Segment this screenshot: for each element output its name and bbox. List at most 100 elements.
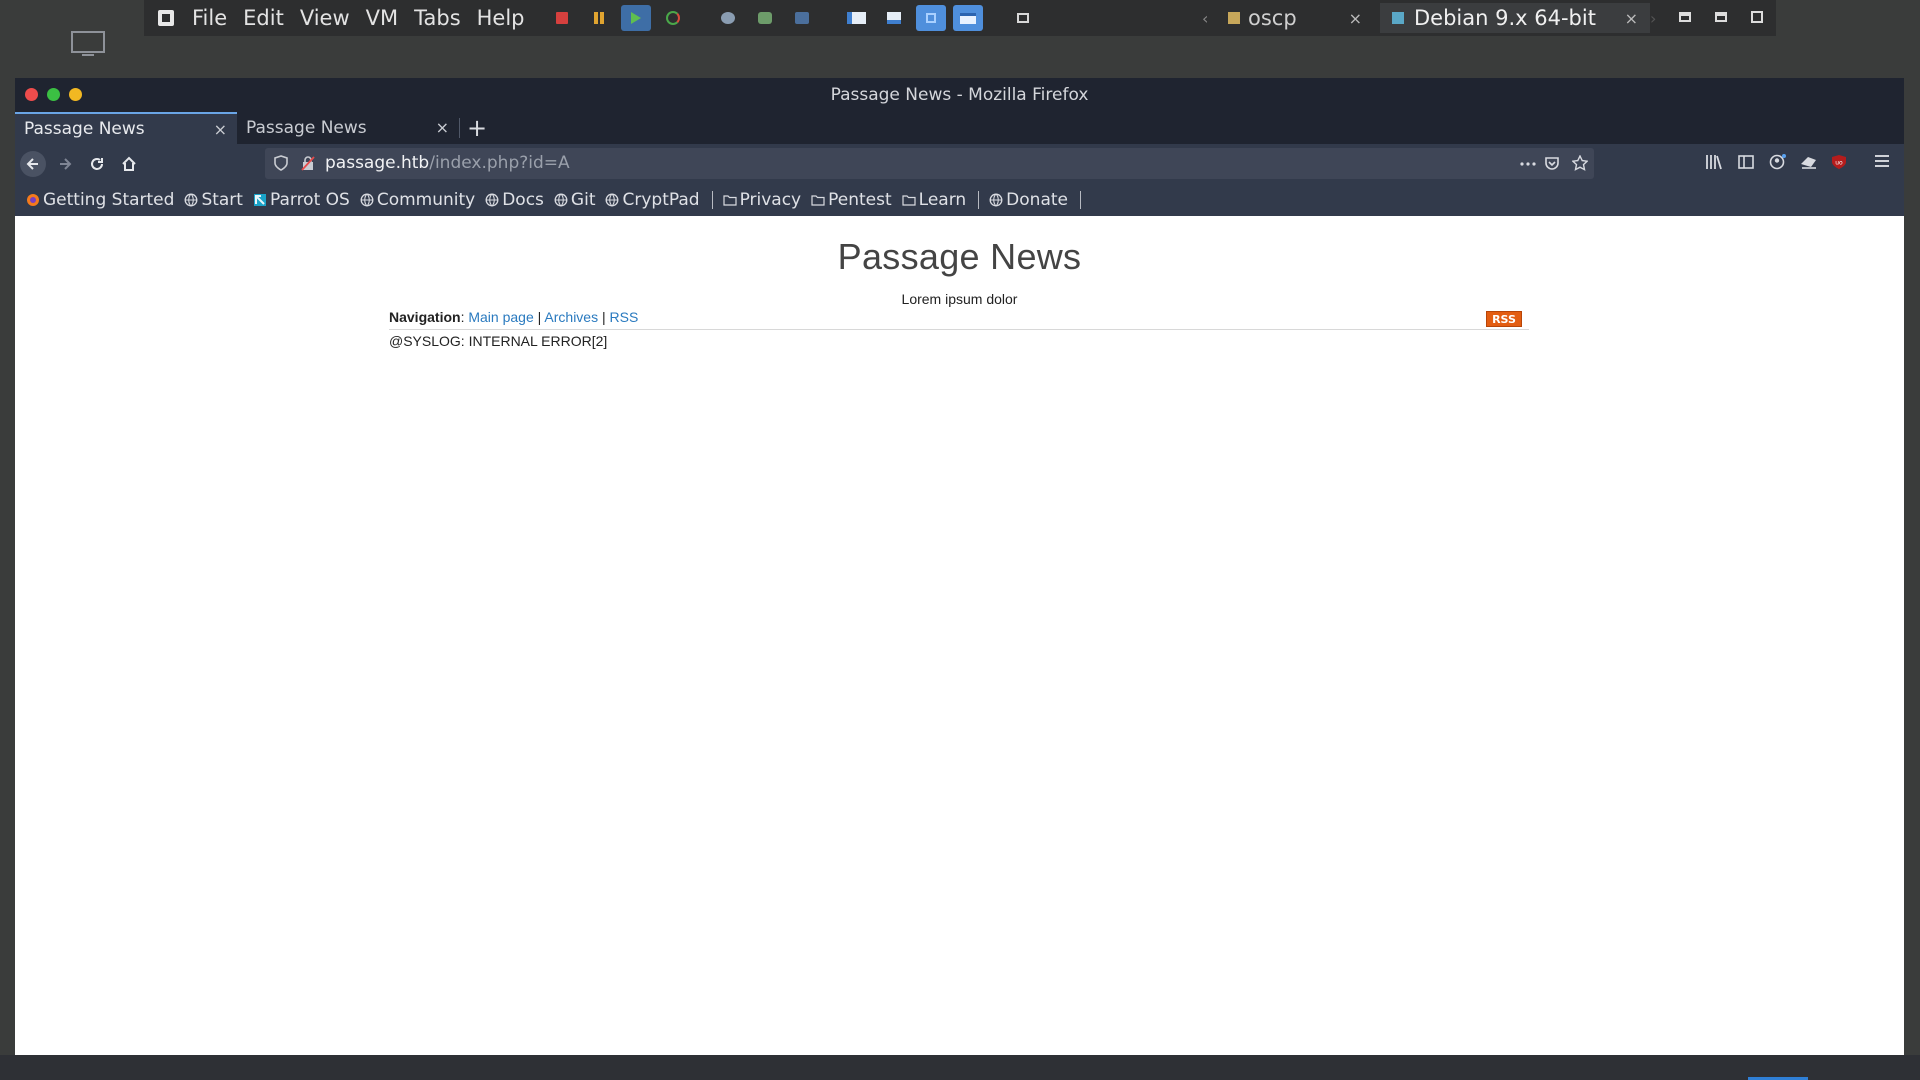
bookmark-label: CryptPad bbox=[622, 190, 700, 210]
unity-icon[interactable] bbox=[952, 5, 983, 31]
bookmark-docs[interactable]: Docs bbox=[485, 190, 544, 210]
tab-passage-news-active[interactable]: Passage News × bbox=[15, 112, 237, 144]
account-icon[interactable] bbox=[1769, 154, 1787, 170]
reload-button[interactable] bbox=[84, 151, 110, 177]
menu-vm[interactable]: VM bbox=[366, 6, 398, 30]
rss-badge[interactable]: RSS bbox=[1486, 311, 1522, 327]
menu-file[interactable]: File bbox=[192, 6, 227, 30]
status-strip bbox=[0, 1055, 1920, 1080]
close-icon[interactable]: × bbox=[1625, 9, 1638, 28]
page-title: Passage News bbox=[837, 236, 1082, 277]
firefox-window: Passage News - Mozilla Firefox Passage N… bbox=[15, 78, 1904, 1055]
new-tab-button[interactable]: + bbox=[460, 112, 494, 144]
bookmark-parrot-os[interactable]: Parrot OS bbox=[253, 190, 350, 210]
power-on-icon[interactable] bbox=[620, 5, 651, 31]
globe-icon bbox=[184, 193, 198, 207]
tab-label: Passage News bbox=[24, 119, 145, 139]
bookmark-cryptpad[interactable]: CryptPad bbox=[605, 190, 700, 210]
vmware-toolbar: File Edit View VM Tabs Help ‹ oscp × Deb… bbox=[144, 0, 1776, 36]
bookmark-label: Git bbox=[570, 190, 596, 210]
bookmark-getting-started[interactable]: Getting Started bbox=[26, 190, 174, 210]
nav-link-main-page[interactable]: Main page bbox=[468, 309, 533, 325]
back-arrow-icon bbox=[26, 158, 38, 170]
vm-tab-debian[interactable]: Debian 9.x 64-bit × bbox=[1380, 3, 1650, 33]
tab-passage-news[interactable]: Passage News × bbox=[237, 112, 459, 144]
menu-view[interactable]: View bbox=[300, 6, 350, 30]
bookmark-start[interactable]: Start bbox=[184, 190, 243, 210]
library-icon[interactable] bbox=[1705, 154, 1723, 170]
reset-icon[interactable] bbox=[658, 5, 688, 31]
nav-link-rss[interactable]: RSS bbox=[610, 309, 639, 325]
sidebar-icon[interactable] bbox=[1738, 154, 1754, 170]
vm-tab-oscp[interactable]: oscp × bbox=[1216, 3, 1374, 33]
url-host: passage.htb bbox=[325, 153, 430, 173]
fullscreen-icon[interactable] bbox=[915, 5, 946, 31]
globe-icon bbox=[989, 193, 1003, 207]
menu-help[interactable]: Help bbox=[477, 6, 525, 30]
bookmark-git[interactable]: Git bbox=[554, 190, 596, 210]
site-navigation: Navigation: Main page | Archives | RSS R… bbox=[389, 309, 1529, 330]
page-subtitle: Lorem ipsum dolor bbox=[901, 291, 1018, 307]
firefox-icon bbox=[27, 194, 39, 206]
url-bar[interactable]: passage.htb/index.php?id=A bbox=[265, 148, 1594, 179]
navigation-label: Navigation bbox=[389, 309, 461, 325]
vm-tab-label: oscp bbox=[1248, 6, 1297, 30]
close-tab-icon[interactable]: × bbox=[436, 118, 449, 137]
bookmark-label: Donate bbox=[1006, 190, 1068, 210]
bookmark-label: Start bbox=[201, 190, 243, 210]
menu-tabs[interactable]: Tabs bbox=[414, 6, 461, 30]
library-icon[interactable] bbox=[842, 5, 872, 31]
vmware-tools bbox=[547, 5, 1045, 31]
bookmark-folder-privacy[interactable]: Privacy bbox=[722, 190, 802, 210]
folder-icon bbox=[902, 195, 916, 206]
forward-button[interactable] bbox=[52, 151, 78, 177]
close-icon[interactable]: × bbox=[1349, 9, 1362, 28]
page-actions-icon[interactable] bbox=[1520, 162, 1536, 166]
url-text[interactable]: passage.htb/index.php?id=A bbox=[325, 153, 570, 173]
vmware-logo-icon[interactable] bbox=[158, 10, 174, 26]
power-off-icon[interactable] bbox=[547, 5, 577, 31]
tab-scroll-left-icon[interactable]: ‹ bbox=[1202, 3, 1216, 33]
web-page: Passage News Lorem ipsum dolor Navigatio… bbox=[15, 216, 1904, 1055]
error-message: @SYSLOG: INTERNAL ERROR[2] bbox=[389, 333, 608, 349]
bookmark-folder-learn[interactable]: Learn bbox=[902, 190, 966, 210]
foxyproxy-icon[interactable] bbox=[1800, 154, 1818, 170]
minimize-icon[interactable] bbox=[1674, 6, 1696, 28]
pocket-icon[interactable] bbox=[1544, 155, 1560, 171]
snapshot-manager-icon[interactable] bbox=[787, 5, 817, 31]
insecure-lock-icon[interactable] bbox=[301, 155, 315, 171]
console-view-icon[interactable] bbox=[879, 5, 909, 31]
suspend-icon[interactable] bbox=[584, 5, 614, 31]
nav-divider: | bbox=[533, 309, 545, 325]
bookmark-folder-pentest[interactable]: Pentest bbox=[811, 190, 892, 210]
bookmark-label: Pentest bbox=[828, 190, 892, 210]
bookmarks-toolbar: Getting Started Start Parrot OS Communit… bbox=[15, 184, 1904, 217]
bookmark-label: Parrot OS bbox=[269, 190, 350, 210]
url-path: /index.php?id=A bbox=[429, 153, 570, 173]
snapshot-icon[interactable] bbox=[713, 5, 743, 31]
bookmark-star-icon[interactable] bbox=[1572, 155, 1588, 171]
tab-label: Passage News bbox=[246, 118, 367, 138]
title-bar: Passage News - Mozilla Firefox bbox=[15, 78, 1904, 112]
restore-icon[interactable] bbox=[1710, 6, 1732, 28]
folder-icon bbox=[722, 195, 737, 206]
stretch-guest-icon[interactable] bbox=[1008, 5, 1038, 31]
vmware-tabs: ‹ oscp × Debian 9.x 64-bit × › bbox=[1202, 0, 1664, 36]
home-button[interactable] bbox=[116, 151, 142, 177]
close-window-icon[interactable] bbox=[1746, 6, 1768, 28]
nav-link-archives[interactable]: Archives bbox=[544, 309, 598, 325]
bookmark-donate[interactable]: Donate bbox=[989, 190, 1068, 210]
close-tab-icon[interactable]: × bbox=[214, 120, 227, 139]
bookmark-community[interactable]: Community bbox=[360, 190, 475, 210]
bookmark-separator bbox=[711, 191, 713, 209]
svg-text:uo: uo bbox=[1835, 160, 1843, 167]
revert-snapshot-icon[interactable] bbox=[750, 5, 780, 31]
ublock-origin-icon[interactable]: uo bbox=[1831, 154, 1847, 170]
tracking-shield-icon[interactable] bbox=[274, 155, 288, 171]
menu-edit[interactable]: Edit bbox=[243, 6, 284, 30]
back-button[interactable] bbox=[20, 151, 46, 177]
hamburger-menu-icon[interactable] bbox=[1874, 154, 1890, 168]
folder-icon bbox=[811, 195, 825, 206]
bookmark-label: Privacy bbox=[739, 190, 802, 210]
monitor-icon[interactable] bbox=[70, 30, 106, 58]
